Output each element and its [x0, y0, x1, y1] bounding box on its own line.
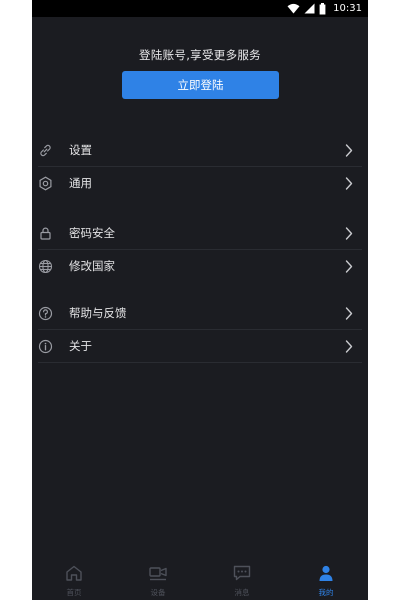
- tab-messages[interactable]: 消息: [200, 558, 284, 600]
- info-icon: [38, 339, 53, 354]
- tab-label: 消息: [234, 588, 250, 597]
- chevron-right-icon: [345, 340, 353, 353]
- tab-label: 设备: [150, 588, 166, 597]
- help-icon: [38, 306, 53, 321]
- menu-item-label: 密码安全: [69, 226, 115, 240]
- signal-icon: [304, 3, 315, 14]
- tab-mine[interactable]: 我的: [284, 558, 368, 600]
- login-prompt: 登陆账号,享受更多服务: [139, 48, 261, 62]
- tab-label: 我的: [318, 588, 334, 597]
- status-bar: 10:31: [32, 0, 368, 17]
- menu-item-label: 修改国家: [69, 259, 115, 273]
- divider: [38, 362, 362, 363]
- tab-device[interactable]: 设备: [116, 558, 200, 600]
- chevron-right-icon: [345, 260, 353, 273]
- menu-item-label: 设置: [69, 143, 92, 157]
- globe-icon: [38, 259, 53, 274]
- menu-item-label: 帮助与反馈: [69, 306, 127, 320]
- device-icon: [149, 567, 167, 581]
- chevron-right-icon: [345, 144, 353, 157]
- person-icon: [319, 565, 333, 581]
- message-icon: [233, 565, 251, 581]
- lock-icon: [40, 227, 51, 240]
- login-button[interactable]: 立即登陆: [122, 71, 279, 99]
- menu-item-label: 通用: [69, 176, 92, 190]
- gear-icon: [39, 176, 52, 191]
- chevron-right-icon: [345, 307, 353, 320]
- menu-item-change-country[interactable]: 修改国家: [32, 250, 368, 283]
- menu-item-about[interactable]: 关于: [32, 330, 368, 363]
- bottom-tab-bar: 首页 设备 消息 我的: [32, 558, 368, 600]
- status-time: 10:31: [333, 3, 362, 14]
- phone-screen: 10:31 登陆账号,享受更多服务 立即登陆 设置 通用 密码安全 修改国家 帮…: [32, 0, 368, 600]
- link-icon: [40, 144, 51, 157]
- tab-label: 首页: [66, 588, 82, 597]
- menu-item-label: 关于: [69, 339, 92, 353]
- menu-item-password-security[interactable]: 密码安全: [32, 217, 368, 250]
- menu-item-general[interactable]: 通用: [32, 167, 368, 200]
- chevron-right-icon: [345, 177, 353, 190]
- chevron-right-icon: [345, 227, 353, 240]
- menu-item-help-feedback[interactable]: 帮助与反馈: [32, 297, 368, 330]
- battery-icon: [319, 2, 326, 14]
- home-icon: [66, 565, 82, 581]
- wifi-icon: [287, 3, 300, 14]
- menu-item-settings[interactable]: 设置: [32, 134, 368, 167]
- tab-home[interactable]: 首页: [32, 558, 116, 600]
- status-icons: 10:31: [287, 0, 362, 17]
